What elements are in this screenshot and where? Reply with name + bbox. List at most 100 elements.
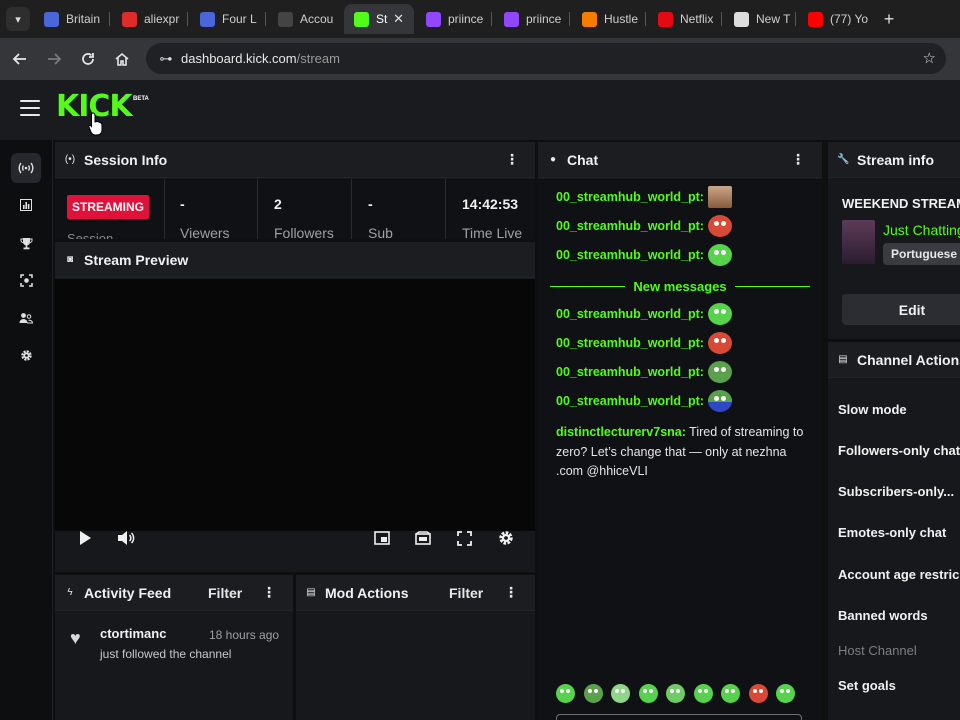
- browser-tab[interactable]: Accou: [268, 4, 338, 34]
- menu-icon[interactable]: [20, 100, 40, 118]
- new-tab-button[interactable]: +: [878, 7, 900, 31]
- volume-button[interactable]: [115, 527, 137, 549]
- back-button[interactable]: [8, 47, 32, 71]
- emote-icon[interactable]: [721, 684, 740, 703]
- followers-only-toggle[interactable]: Followers-only chat: [838, 443, 960, 458]
- dashboard-sidebar: [0, 140, 53, 720]
- home-button[interactable]: [110, 47, 134, 71]
- browser-tab[interactable]: (77) Yo: [798, 4, 872, 34]
- followers-label: Followers: [274, 225, 334, 239]
- set-goals-button[interactable]: Set goals: [838, 678, 896, 693]
- emote-icon[interactable]: [556, 684, 575, 703]
- more-options-icon[interactable]: ⋮: [262, 585, 276, 599]
- browser-toolbar: ⊶ dashboard.kick.com/stream ☆: [0, 38, 960, 80]
- channel-actions-header: ▤ Channel Actions: [828, 342, 960, 378]
- tab-search-button[interactable]: ▾: [6, 7, 30, 31]
- activity-filter-button[interactable]: Filter: [208, 585, 242, 601]
- site-settings-icon[interactable]: ⊶: [156, 49, 176, 69]
- session-info-panel: (•) Session Info ⋮ STREAMING Session - V…: [55, 142, 535, 239]
- chat-title: Chat: [567, 151, 599, 168]
- emote-icon[interactable]: [776, 684, 795, 703]
- chat-username[interactable]: 00_streamhub_world_pt:: [556, 307, 704, 321]
- emote-icon[interactable]: [748, 684, 768, 703]
- emotes-only-toggle[interactable]: Emotes-only chat: [838, 525, 946, 540]
- tab-separator: [569, 12, 570, 26]
- browser-tab[interactable]: St ✕: [344, 4, 414, 34]
- tab-title: aliexpr: [144, 12, 180, 26]
- broadcast-icon: [18, 162, 34, 174]
- language-badge: Portuguese: [883, 243, 960, 265]
- video-player[interactable]: [55, 279, 535, 546]
- chat-username[interactable]: 00_streamhub_world_pt:: [556, 190, 704, 204]
- subscribers-only-toggle[interactable]: Subscribers-only...: [838, 484, 954, 499]
- sidebar-item-community[interactable]: [11, 303, 41, 333]
- emote-icon[interactable]: [611, 684, 630, 703]
- account-age-restriction-toggle[interactable]: Account age restric: [838, 567, 959, 582]
- browser-tab[interactable]: priince: [416, 4, 488, 34]
- emote-icon: [707, 332, 732, 354]
- arrow-right-icon: [48, 53, 62, 65]
- more-options-icon[interactable]: ⋮: [505, 152, 519, 166]
- browser-tab-bar: ▾ Britain aliexpr Four L Accou St ✕ priince pri…: [0, 0, 960, 38]
- miniplayer-button[interactable]: [371, 527, 393, 549]
- chat-username[interactable]: 00_streamhub_world_pt:: [556, 336, 704, 350]
- settings-button[interactable]: [495, 527, 517, 549]
- bookmark-star-icon[interactable]: ☆: [923, 49, 936, 67]
- slow-mode-toggle[interactable]: Slow mode: [838, 402, 907, 417]
- volume-icon: [118, 531, 135, 545]
- browser-tab[interactable]: Netflix: [648, 4, 718, 34]
- sidebar-item-achievements[interactable]: [11, 228, 41, 258]
- chat-username[interactable]: 00_streamhub_world_pt:: [556, 248, 704, 262]
- theater-icon: [415, 531, 431, 545]
- theater-mode-button[interactable]: [412, 527, 434, 549]
- chat-message: 00_streamhub_world_pt:: [556, 390, 732, 412]
- browser-tab[interactable]: priince: [494, 4, 566, 34]
- divider: [257, 179, 258, 239]
- focus-icon: ◙: [66, 254, 74, 265]
- mod-filter-button[interactable]: Filter: [449, 585, 483, 601]
- forward-button[interactable]: [42, 47, 66, 71]
- sidebar-item-stream[interactable]: [11, 153, 41, 183]
- browser-tab[interactable]: Four L: [190, 4, 262, 34]
- chat-username[interactable]: 00_streamhub_world_pt:: [556, 365, 704, 379]
- document-icon: ▤: [306, 587, 316, 598]
- browser-tab[interactable]: New T: [724, 4, 792, 34]
- fullscreen-button[interactable]: [453, 527, 475, 549]
- users-icon: [19, 313, 33, 324]
- session-info-header: (•) Session Info ⋮: [55, 142, 535, 178]
- edit-stream-button[interactable]: Edit: [842, 294, 960, 325]
- sidebar-item-settings[interactable]: [11, 340, 41, 370]
- emote-icon[interactable]: [583, 684, 603, 703]
- sidebar-item-analytics[interactable]: [11, 190, 41, 220]
- more-options-icon[interactable]: ⋮: [504, 585, 518, 599]
- emote-icon: [707, 186, 732, 208]
- streaming-badge: STREAMING: [67, 195, 149, 219]
- sidebar-item-clips[interactable]: [11, 265, 41, 295]
- viewers-label: Viewers: [180, 225, 230, 239]
- reload-button[interactable]: [76, 47, 100, 71]
- tab-title: priince: [526, 12, 562, 26]
- chat-message: 00_streamhub_world_pt:: [556, 332, 732, 354]
- url-host: dashboard.kick.com: [181, 51, 297, 66]
- browser-tab[interactable]: Britain: [34, 4, 106, 34]
- banned-words-button[interactable]: Banned words: [838, 608, 928, 623]
- activity-user[interactable]: ctortimanc: [100, 626, 166, 641]
- address-bar[interactable]: ⊶ dashboard.kick.com/stream ☆: [146, 43, 946, 74]
- chat-username[interactable]: 00_streamhub_world_pt:: [556, 219, 704, 233]
- play-button[interactable]: [74, 527, 96, 549]
- new-messages-divider: New messages: [550, 277, 811, 295]
- session-info-title: Session Info: [84, 151, 168, 168]
- close-tab-icon[interactable]: ✕: [393, 11, 404, 27]
- stream-category[interactable]: Just Chatting: [883, 222, 960, 238]
- chat-input[interactable]: [556, 714, 802, 720]
- beta-badge: BETA: [133, 96, 149, 102]
- more-options-icon[interactable]: ⋮: [791, 152, 805, 166]
- chat-username[interactable]: 00_streamhub_world_pt:: [556, 394, 704, 408]
- emote-icon[interactable]: [666, 684, 685, 703]
- emote-icon[interactable]: [693, 684, 713, 703]
- emote-icon[interactable]: [638, 684, 658, 703]
- netflix-icon: [658, 11, 673, 27]
- browser-tab[interactable]: Hustle: [572, 4, 642, 34]
- browser-tab[interactable]: aliexpr: [112, 4, 184, 34]
- chat-username[interactable]: distinctlecturerv7sna:: [556, 425, 686, 439]
